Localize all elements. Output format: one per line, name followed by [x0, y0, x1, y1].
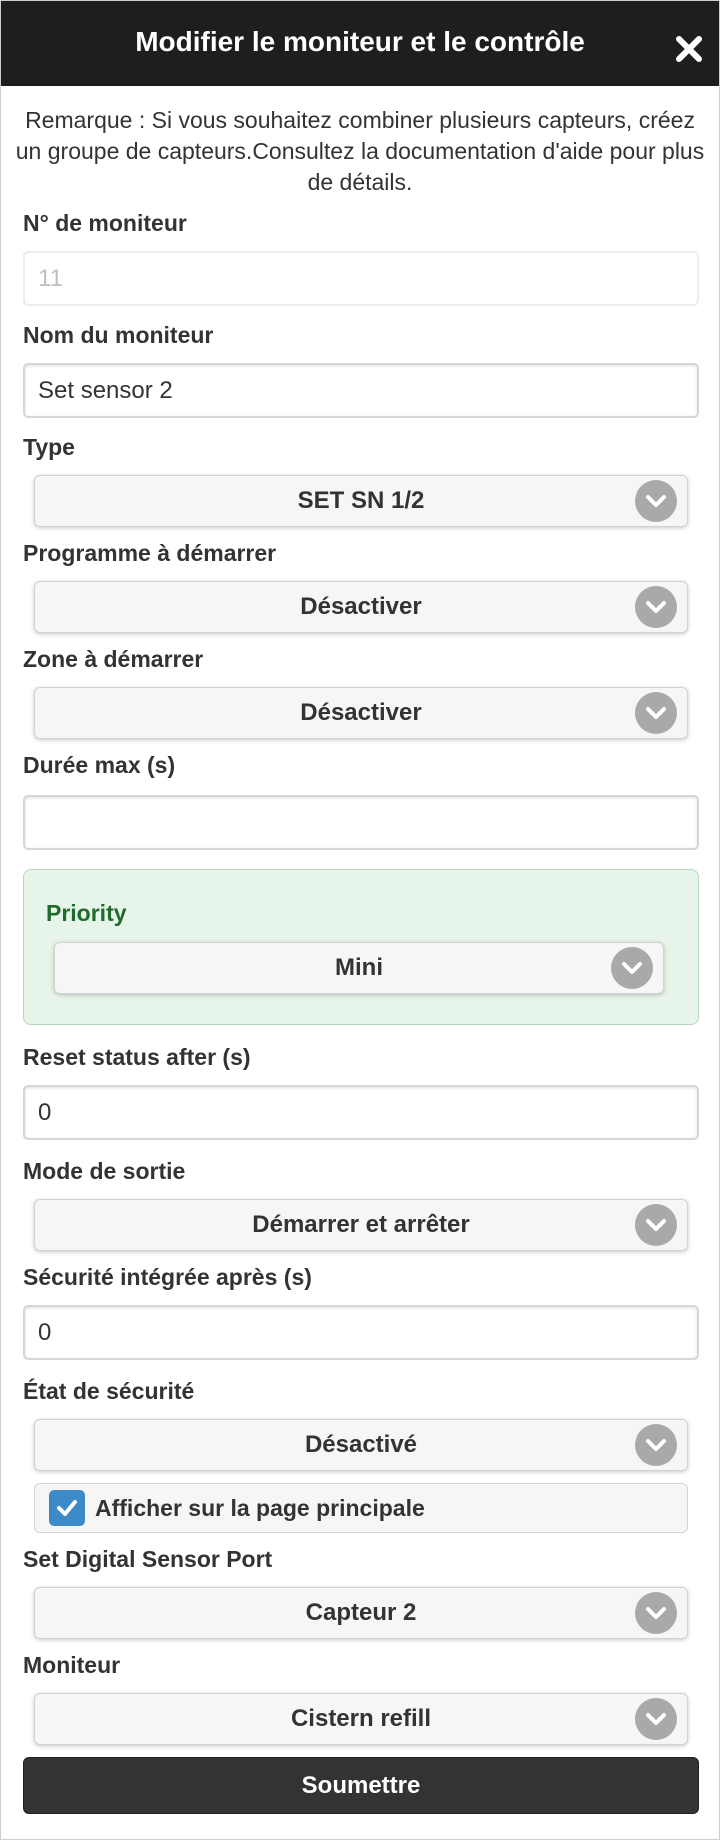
zone-select[interactable]: Désactiver: [34, 687, 688, 739]
close-icon: [676, 36, 702, 62]
max-duration-label: Durée max (s): [23, 752, 176, 778]
show-main-page-checkbox[interactable]: Afficher sur la page principale: [34, 1483, 688, 1533]
zone-value: Désactiver: [300, 699, 422, 726]
program-select[interactable]: Désactiver: [34, 581, 688, 633]
dialog-title: Modifier le moniteur et le contrôle: [135, 25, 585, 57]
monitor-number-value: 11: [38, 264, 63, 292]
monitor-label: Moniteur: [23, 1652, 121, 1678]
max-duration-input[interactable]: [23, 795, 699, 850]
output-mode-select[interactable]: Démarrer et arrêter: [34, 1199, 688, 1251]
type-select[interactable]: SET SN 1/2: [34, 475, 688, 527]
digital-port-label: Set Digital Sensor Port: [23, 1546, 273, 1572]
reset-status-input[interactable]: 0: [23, 1085, 699, 1140]
priority-value: Mini: [335, 954, 383, 981]
submit-button[interactable]: Soumettre: [23, 1757, 699, 1814]
chevron-down-icon: [635, 1204, 677, 1246]
help-note: Remarque : Si vous souhaitez combiner pl…: [15, 107, 705, 195]
monitor-name-value: Set sensor 2: [38, 376, 173, 404]
monitor-name-input[interactable]: Set sensor 2: [23, 363, 699, 418]
chevron-down-icon: [635, 1698, 677, 1740]
program-label: Programme à démarrer: [23, 540, 277, 566]
chevron-down-icon: [635, 586, 677, 628]
priority-panel: Priority Mini: [23, 869, 699, 1025]
output-mode-value: Démarrer et arrêter: [252, 1211, 470, 1238]
failsafe-after-value: 0: [38, 1318, 52, 1346]
show-main-page-label: Afficher sur la page principale: [95, 1494, 425, 1521]
digital-port-value: Capteur 2: [305, 1599, 417, 1626]
type-label: Type: [23, 434, 75, 460]
priority-select[interactable]: Mini: [54, 942, 664, 994]
dialog-header: Modifier le moniteur et le contrôle: [1, 1, 719, 86]
program-value: Désactiver: [300, 593, 422, 620]
failsafe-state-select[interactable]: Désactivé: [34, 1419, 688, 1471]
chevron-down-icon: [635, 1424, 677, 1466]
failsafe-state-value: Désactivé: [304, 1431, 418, 1458]
checkmark-icon[interactable]: [49, 1490, 85, 1526]
digital-port-select[interactable]: Capteur 2: [34, 1587, 688, 1639]
chevron-down-icon: [635, 1592, 677, 1634]
priority-label: Priority: [46, 900, 127, 926]
edit-monitor-dialog: Modifier le moniteur et le contrôle Rema…: [0, 0, 720, 1840]
failsafe-after-label: Sécurité intégrée après (s): [23, 1264, 312, 1290]
monitor-name-label: Nom du moniteur: [23, 322, 214, 348]
chevron-down-icon: [635, 692, 677, 734]
monitor-value: Cistern refill: [290, 1705, 432, 1732]
type-value: SET SN 1/2: [297, 487, 425, 514]
reset-status-value: 0: [38, 1098, 52, 1126]
monitor-select[interactable]: Cistern refill: [34, 1693, 688, 1745]
monitor-number-input: 11: [23, 251, 699, 306]
chevron-down-icon: [635, 480, 677, 522]
monitor-number-label: N° de moniteur: [23, 210, 187, 236]
failsafe-after-input[interactable]: 0: [23, 1305, 699, 1360]
failsafe-state-label: État de sécurité: [23, 1378, 195, 1404]
zone-label: Zone à démarrer: [23, 646, 204, 672]
close-button[interactable]: [671, 31, 707, 67]
output-mode-label: Mode de sortie: [23, 1158, 186, 1184]
reset-status-label: Reset status after (s): [23, 1044, 251, 1070]
chevron-down-icon: [611, 947, 653, 989]
